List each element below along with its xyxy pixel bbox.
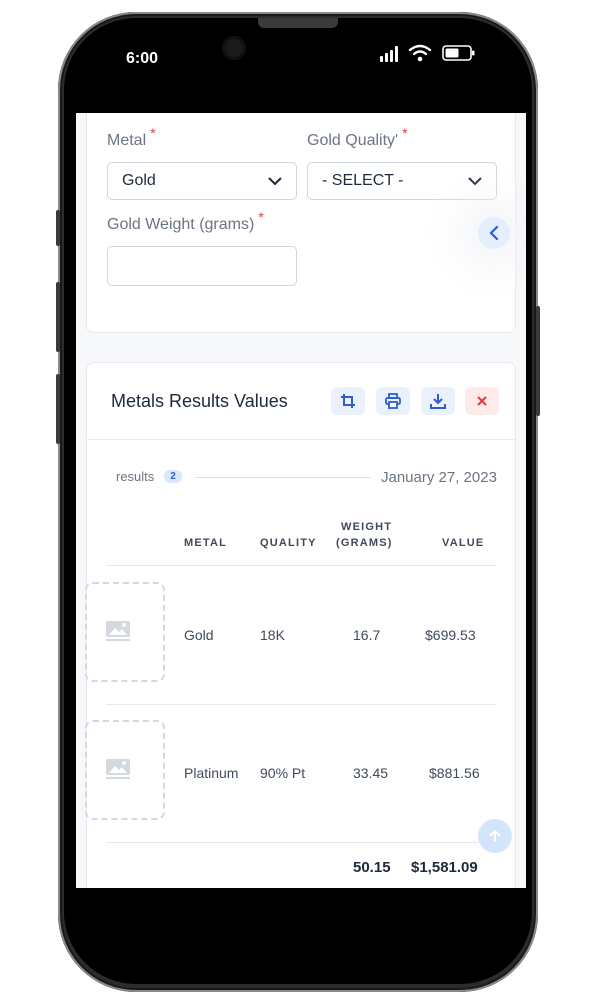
total-weight: 50.15 (353, 859, 391, 876)
metal-select-value: Gold (122, 172, 156, 189)
collapse-panel-button[interactable] (478, 217, 510, 249)
mute-switch (56, 210, 60, 246)
meta-separator (195, 477, 371, 478)
chevron-left-icon (489, 226, 499, 240)
total-value: $1,581.09 (411, 859, 478, 876)
volume-up-button (56, 282, 60, 352)
status-icons (380, 44, 476, 62)
row-value: $699.53 (425, 627, 476, 643)
print-icon (385, 393, 401, 409)
battery-icon (442, 45, 475, 61)
metal-select[interactable]: Gold (107, 162, 297, 200)
arrow-up-icon (489, 829, 501, 842)
print-button[interactable] (376, 387, 410, 415)
results-date: January 27, 2023 (381, 469, 497, 486)
wifi-icon (408, 44, 432, 62)
weight-input[interactable] (107, 246, 297, 286)
quality-select[interactable]: - SELECT - (307, 162, 497, 200)
row-quality: 90% Pt (260, 765, 306, 781)
weight-label: Gold Weight (grams) * (107, 209, 264, 233)
quality-select-value: - SELECT - (322, 172, 404, 189)
image-placeholder-icon (106, 759, 130, 779)
status-time: 6:00 (126, 50, 159, 67)
column-header-metal: METAL (184, 537, 228, 549)
volume-down-button (56, 374, 60, 444)
divider (87, 439, 515, 440)
power-button (536, 306, 540, 416)
download-button[interactable] (421, 387, 455, 415)
row-value: $881.56 (429, 765, 480, 781)
results-count-label: results (116, 469, 155, 484)
required-mark: * (258, 209, 264, 225)
column-header-weight-unit: (GRAMS) (336, 537, 393, 549)
results-count: results 2 (116, 469, 182, 484)
row-metal: Gold (184, 627, 214, 643)
image-placeholder-icon (106, 621, 130, 641)
speaker-grille (258, 18, 338, 28)
quality-label: Gold Quality' * (307, 125, 408, 149)
scroll-to-top-button[interactable] (478, 819, 512, 853)
screen-bottom-bezel (76, 888, 526, 976)
chevron-down-icon (468, 176, 482, 185)
header-divider (106, 565, 496, 566)
crop-button[interactable] (331, 387, 365, 415)
front-camera (222, 36, 246, 60)
row-quality: 18K (260, 627, 285, 643)
column-header-weight: WEIGHT (341, 521, 393, 533)
row-weight: 33.45 (353, 765, 389, 781)
results-card: Metals Results Values results 2 January … (85, 362, 516, 888)
close-icon (477, 396, 487, 406)
column-header-value: VALUE (442, 537, 485, 549)
results-title: Metals Results Values (111, 391, 288, 411)
download-icon (430, 394, 446, 409)
results-count-badge: 2 (164, 470, 182, 483)
form-card: Metal * Gold Gold Quality' * - SELECT - Go… (86, 113, 516, 333)
row-weight: 16.7 (353, 627, 381, 643)
row-divider (106, 704, 496, 705)
close-button[interactable] (465, 387, 499, 415)
totals-divider (106, 842, 496, 843)
metal-label: Metal * (107, 125, 156, 149)
crop-icon (341, 394, 355, 408)
signal-icon (380, 44, 398, 62)
app-screen: Metal * Gold Gold Quality' * - SELECT - Go… (76, 113, 526, 888)
row-metal: Platinum (184, 765, 239, 781)
required-mark: * (402, 125, 408, 141)
required-mark: * (150, 125, 156, 141)
column-header-quality: QUALITY (260, 537, 317, 549)
chevron-down-icon (268, 176, 282, 185)
